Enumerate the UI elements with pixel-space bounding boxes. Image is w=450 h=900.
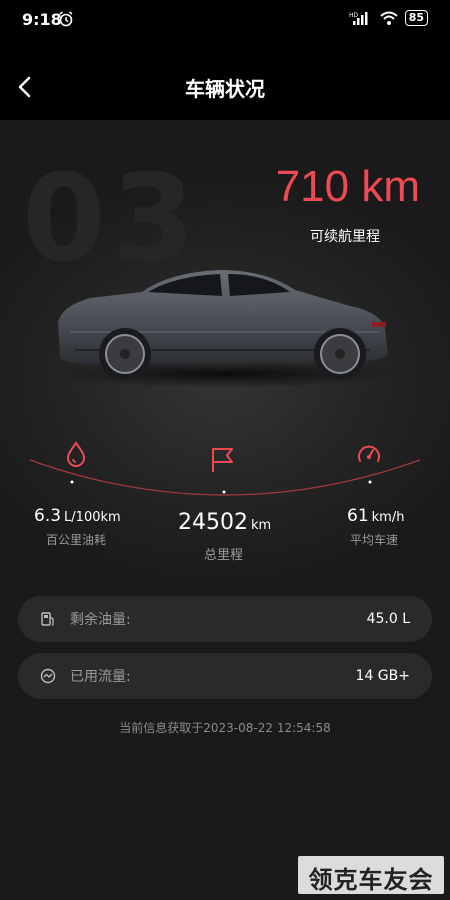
fuel-consumption-number: 6.3 xyxy=(34,506,62,526)
alarm-icon xyxy=(59,11,73,27)
status-bar: 9:18 HD 85 xyxy=(0,0,450,40)
range-label: 可续航里程 xyxy=(310,229,380,245)
speedometer-icon xyxy=(358,445,380,462)
watermark-text: 领克车友会 xyxy=(308,866,434,894)
update-timestamp: 当前信息获取于2023-08-22 12:54:58 xyxy=(119,721,331,735)
page-title: 车辆状况 xyxy=(185,77,265,101)
odometer-label: 总里程 xyxy=(204,548,244,563)
car-image xyxy=(55,270,395,388)
data-used-value: 14 GB+ xyxy=(355,668,410,684)
flag-icon xyxy=(212,448,233,472)
remaining-fuel-label: 剩余油量: xyxy=(70,612,131,628)
fuel-drop-icon xyxy=(66,441,86,467)
signal-icon: HD xyxy=(349,12,368,25)
range-value: 710 km xyxy=(275,162,420,211)
remaining-fuel-row: 剩余油量: 45.0 L xyxy=(18,596,432,642)
network-label: HD xyxy=(349,12,359,19)
watermark: 领克车友会 xyxy=(298,856,444,894)
average-speed-unit: km/h xyxy=(371,510,405,525)
fuel-consumption-label: 百公里油耗 xyxy=(46,533,107,547)
odometer-number: 24502 xyxy=(178,510,248,535)
fuel-consumption-unit: L/100km xyxy=(64,510,121,525)
average-speed-number: 61 xyxy=(347,506,369,526)
wifi-icon xyxy=(380,11,398,25)
average-speed-label: 平均车速 xyxy=(350,533,399,547)
average-speed-value: 61 km/h xyxy=(347,506,404,526)
fuel-consumption-value: 6.3 L/100km xyxy=(34,506,121,526)
data-used-label: 已用流量: xyxy=(70,669,131,685)
header: 车辆状况 xyxy=(0,40,450,120)
battery-indicator: 85 xyxy=(404,10,428,26)
status-indicators: HD 85 xyxy=(349,10,428,26)
odometer-value: 24502 km xyxy=(178,510,271,535)
data-used-row: 已用流量: 14 GB+ xyxy=(18,653,432,699)
fuel-pump-icon xyxy=(41,612,54,626)
traffic-gauge-icon xyxy=(40,668,56,684)
odometer-unit: km xyxy=(251,518,272,533)
remaining-fuel-value: 45.0 L xyxy=(366,611,410,627)
status-time: 9:18 xyxy=(22,10,62,29)
